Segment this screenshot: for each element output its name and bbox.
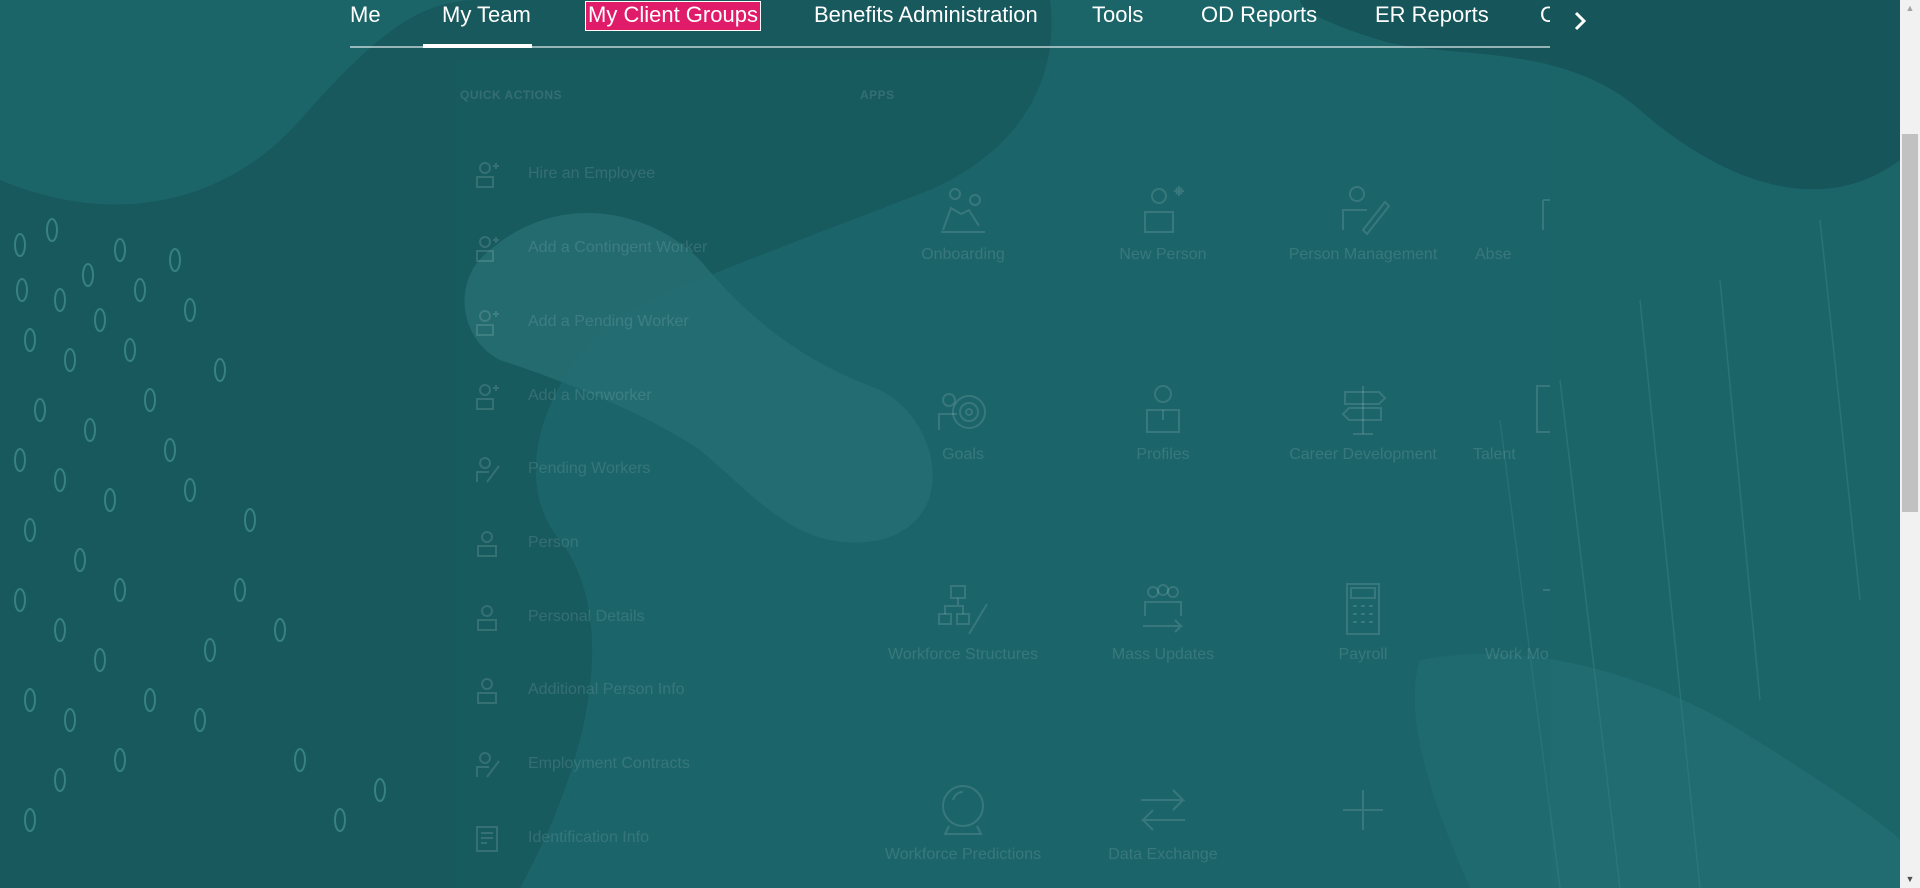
quick-action-add-pending-worker[interactable]: Add a Pending Worker: [470, 302, 689, 342]
absence-icon: [1542, 199, 1550, 230]
app-label: Workforce Structures: [888, 646, 1038, 663]
app-label: Data Exchange: [1108, 846, 1218, 863]
app-workforce-predictions[interactable]: Workforce Predictions: [873, 780, 1053, 865]
quick-action-hire-employee[interactable]: Hire an Employee: [470, 154, 655, 194]
tab-truncated[interactable]: C: [1540, 0, 1550, 46]
quick-actions-title: QUICK ACTIONS: [460, 88, 563, 102]
new-person-icon: [1144, 186, 1184, 233]
quick-action-pending-workers[interactable]: Pending Workers: [470, 449, 650, 489]
person-icon: [470, 599, 506, 635]
quick-action-label: Add a Contingent Worker: [528, 239, 708, 256]
app-label: Person Management: [1288, 246, 1438, 263]
quick-action-label: Add a Pending Worker: [528, 313, 689, 330]
app-label: Work Mo: [1485, 646, 1549, 663]
quick-action-additional-person-info[interactable]: Additional Person Info: [470, 670, 685, 710]
quick-action-label: Person: [528, 534, 579, 551]
quick-action-label: Additional Person Info: [528, 681, 685, 698]
quick-action-label: Add a Nonworker: [528, 387, 652, 404]
app-label: Goals: [942, 446, 984, 463]
app-label: Mass Updates: [1111, 646, 1215, 663]
goals-icon: [938, 393, 986, 430]
org-chart-icon: [938, 585, 988, 635]
app-label: Abse: [1475, 246, 1512, 263]
app-label: Onboarding: [921, 246, 1005, 263]
app-add-plus[interactable]: [1273, 780, 1453, 844]
app-absences-truncated[interactable]: Abse: [1473, 180, 1550, 265]
app-label: Profiles: [1136, 446, 1190, 463]
add-person-icon: [470, 304, 506, 340]
onboarding-icon: [941, 188, 985, 233]
person-icon: [470, 672, 506, 708]
app-goals[interactable]: Goals: [873, 380, 1053, 465]
person-management-icon: [1342, 186, 1391, 236]
tab-er-reports[interactable]: ER Reports: [1375, 0, 1489, 46]
vertical-scrollbar[interactable]: ▲ ▼: [1900, 0, 1920, 888]
person-edit-icon: [470, 746, 506, 782]
apps-title: APPS: [860, 88, 895, 102]
id-card-icon: [470, 820, 506, 856]
active-tab-indicator: [423, 44, 532, 48]
quick-action-identification-info[interactable]: Identification Info: [470, 818, 649, 858]
app-career-development[interactable]: Career Development: [1273, 380, 1453, 465]
tab-my-client-groups[interactable]: My Client Groups: [585, 1, 761, 31]
app-onboarding[interactable]: Onboarding: [873, 180, 1053, 265]
apps-grid: Onboarding New Person Person Management …: [860, 160, 1550, 888]
app-data-exchange[interactable]: Data Exchange: [1073, 780, 1253, 865]
exchange-icon: [1140, 789, 1186, 831]
add-person-icon: [470, 230, 506, 266]
signpost-icon: [1341, 386, 1387, 435]
calculator-icon: [1346, 583, 1380, 635]
scroll-down-arrow-icon[interactable]: ▼: [1900, 871, 1920, 888]
app-profiles[interactable]: Profiles: [1073, 380, 1253, 465]
quick-action-label: Employment Contracts: [528, 755, 690, 772]
tab-my-team[interactable]: My Team: [442, 0, 531, 46]
crystal-ball-icon: [942, 785, 984, 835]
workforce-modeling-icon: [1543, 589, 1550, 591]
plus-icon: [1343, 790, 1383, 830]
app-label: Talent: [1473, 446, 1516, 463]
mass-updates-icon: [1143, 584, 1184, 633]
quick-action-label: Pending Workers: [528, 460, 651, 477]
talent-icon: [1536, 385, 1550, 433]
person-edit-icon: [470, 451, 506, 487]
scrollbar-thumb[interactable]: [1902, 134, 1918, 512]
app-person-management[interactable]: Person Management: [1273, 180, 1453, 265]
quick-action-label: Identification Info: [528, 829, 649, 846]
tab-tools[interactable]: Tools: [1092, 0, 1143, 46]
quick-action-employment-contracts[interactable]: Employment Contracts: [470, 744, 690, 784]
quick-action-person[interactable]: Person: [470, 523, 579, 563]
tab-od-reports[interactable]: OD Reports: [1201, 0, 1317, 46]
app-payroll[interactable]: Payroll: [1273, 580, 1453, 665]
app-mass-updates[interactable]: Mass Updates: [1073, 580, 1253, 665]
tab-benefits-administration[interactable]: Benefits Administration: [814, 0, 1038, 46]
app-talent-truncated[interactable]: Talent: [1473, 380, 1550, 465]
app-label: Career Development: [1289, 446, 1437, 463]
app-workforce-structures[interactable]: Workforce Structures: [873, 580, 1053, 665]
quick-action-label: Personal Details: [528, 608, 645, 625]
quick-action-personal-details[interactable]: Personal Details: [470, 597, 645, 637]
add-person-icon: [470, 378, 506, 414]
scroll-up-arrow-icon[interactable]: ▲: [1900, 0, 1920, 17]
chevron-right-icon[interactable]: [1568, 6, 1592, 36]
app-label: Workforce Predictions: [884, 846, 1042, 863]
profiles-icon: [1146, 385, 1180, 433]
app-new-person[interactable]: New Person: [1073, 180, 1253, 265]
add-person-icon: [470, 156, 506, 192]
app-label: Payroll: [1338, 646, 1388, 663]
quick-action-add-nonworker[interactable]: Add a Nonworker: [470, 376, 652, 416]
tab-me[interactable]: Me: [350, 0, 381, 46]
app-label: New Person: [1119, 246, 1207, 263]
quick-action-add-contingent-worker[interactable]: Add a Contingent Worker: [470, 228, 707, 268]
quick-action-label: Hire an Employee: [528, 165, 656, 182]
person-icon: [470, 525, 506, 561]
app-workforce-modeling-truncated[interactable]: Work Mo: [1473, 580, 1550, 665]
